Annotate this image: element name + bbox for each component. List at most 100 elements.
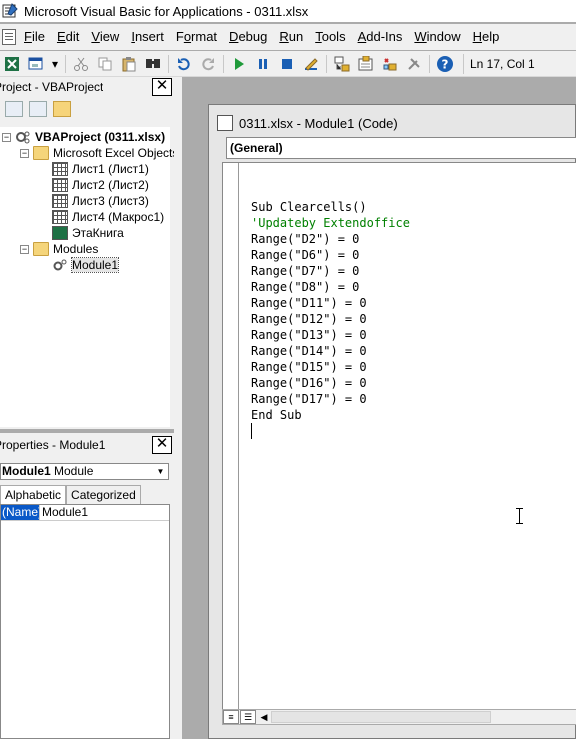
- scroll-left-icon[interactable]: ◀: [257, 712, 271, 723]
- code-line: Range("D16") = 0: [251, 376, 367, 390]
- cursor-position: Ln 17, Col 1: [463, 53, 573, 74]
- property-value[interactable]: Module1: [39, 505, 169, 520]
- tree-node-sheet[interactable]: Лист1 (Лист1): [52, 161, 149, 177]
- tree-node-sheet[interactable]: ЭтаКнига: [52, 225, 124, 241]
- run-icon[interactable]: [229, 54, 249, 74]
- code-line: Range("D6") = 0: [251, 248, 360, 262]
- collapse-icon[interactable]: −: [20, 148, 29, 158]
- excel-objects-label: Microsoft Excel Objects: [53, 146, 179, 160]
- collapse-icon[interactable]: −: [20, 244, 29, 254]
- menu-item-debug[interactable]: Debug: [223, 24, 273, 50]
- worksheet-icon: [52, 178, 68, 192]
- menu-item-insert[interactable]: Insert: [125, 24, 170, 50]
- break-icon[interactable]: [253, 54, 273, 74]
- menu-label-accelerator: H: [472, 29, 483, 44]
- menu-item-format[interactable]: Format: [170, 24, 223, 50]
- insert-userform-icon[interactable]: [26, 54, 46, 74]
- tree-node-sheet[interactable]: Лист3 (Лист3): [52, 193, 149, 209]
- horizontal-scrollbar[interactable]: ≡ ☰ ◀: [222, 709, 576, 725]
- panel-splitter[interactable]: [174, 77, 182, 739]
- tree-node-modules[interactable]: − Modules: [20, 241, 98, 257]
- window-title: Microsoft Visual Basic for Applications …: [24, 3, 309, 19]
- menu-item-window[interactable]: Window: [408, 24, 466, 50]
- property-row[interactable]: (Name) Module1: [1, 505, 169, 521]
- code-window: 0311.xlsx - Module1 (Code) (General) Sub…: [208, 104, 576, 739]
- menu-item-run[interactable]: Run: [273, 24, 309, 50]
- object-select[interactable]: Module1 Module ▼: [0, 463, 169, 480]
- view-object-icon[interactable]: [29, 101, 47, 117]
- menu-item-edit[interactable]: Edit: [51, 24, 85, 50]
- toolbar-separator: [429, 54, 430, 73]
- project-panel-titlebar[interactable]: Project - VBAProject ✕: [0, 77, 174, 97]
- properties-window-icon[interactable]: [356, 54, 376, 74]
- code-editor[interactable]: Sub Clearcells() 'Updateby Extendoffice Ra…: [222, 162, 576, 720]
- tree-node-project[interactable]: − VBAProject (0311.xlsx): [2, 129, 165, 145]
- document-icon[interactable]: [2, 29, 16, 45]
- close-properties-panel-button[interactable]: ✕: [152, 436, 172, 454]
- full-module-view-icon[interactable]: ☰: [240, 710, 256, 724]
- chevron-down-icon[interactable]: ▼: [154, 465, 167, 478]
- menu-label-part: indow: [426, 29, 461, 44]
- module-icon: [53, 259, 67, 271]
- svg-text:?: ?: [442, 57, 449, 71]
- dropdown-arrow-icon[interactable]: ▾: [50, 54, 60, 74]
- standard-toolbar: ▾ ? Ln 17, Col 1: [0, 51, 576, 77]
- sheet-label: Лист4 (Макрос1): [72, 210, 165, 224]
- excel-icon[interactable]: [2, 54, 22, 74]
- toolbox-icon[interactable]: [404, 54, 424, 74]
- cut-icon[interactable]: [71, 54, 91, 74]
- code-line: Range("D12") = 0: [251, 312, 367, 326]
- project-panel-toolbar: [0, 97, 174, 121]
- object-dropdown[interactable]: (General): [226, 137, 576, 159]
- scrollbar-track[interactable]: [271, 711, 491, 723]
- help-icon[interactable]: ?: [435, 54, 455, 74]
- project-panel-title: Project - VBAProject: [0, 80, 104, 94]
- folder-icon: [33, 242, 49, 256]
- view-code-icon[interactable]: [5, 101, 23, 117]
- menu-label-part: ebug: [238, 29, 268, 44]
- object-browser-icon[interactable]: [380, 54, 400, 74]
- toolbar-separator: [168, 54, 169, 73]
- menu-label-accelerator: A: [357, 29, 367, 44]
- menu-item-tools[interactable]: Tools: [309, 24, 351, 50]
- toggle-folders-icon[interactable]: [53, 101, 71, 117]
- collapse-icon[interactable]: −: [2, 132, 11, 142]
- code-line: Range("D8") = 0: [251, 280, 360, 294]
- properties-panel: Properties - Module1 ✕ Module1 Module ▼ …: [0, 433, 174, 739]
- menu-item-add-ins[interactable]: Add-Ins: [352, 24, 409, 50]
- tab-alphabetic[interactable]: Alphabetic: [0, 485, 67, 505]
- copy-icon[interactable]: [95, 54, 115, 74]
- procedure-view-icon[interactable]: ≡: [223, 710, 239, 724]
- reset-icon[interactable]: [277, 54, 297, 74]
- tab-categorized[interactable]: Categorized: [66, 485, 141, 505]
- menu-label-part: rmat: [191, 29, 218, 44]
- undo-icon[interactable]: [174, 54, 194, 74]
- code-line-empty: [251, 423, 410, 439]
- property-name: (Name): [1, 505, 43, 520]
- paste-icon[interactable]: [119, 54, 139, 74]
- module1-label: Module1: [70, 257, 120, 273]
- code-line: Range("D13") = 0: [251, 328, 367, 342]
- menu-label-part: un: [288, 29, 304, 44]
- project-explorer-icon[interactable]: [332, 54, 352, 74]
- menu-item-file[interactable]: File: [18, 24, 51, 50]
- menu-label-accelerator: o: [183, 29, 192, 44]
- redo-icon[interactable]: [198, 54, 218, 74]
- close-project-panel-button[interactable]: ✕: [152, 78, 172, 96]
- properties-tabs: Alphabetic Categorized: [0, 485, 141, 505]
- sheet-label: Лист3 (Лист3): [72, 194, 149, 208]
- project-label: VBAProject (0311.xlsx): [35, 130, 166, 144]
- properties-panel-titlebar[interactable]: Properties - Module1 ✕: [0, 433, 174, 457]
- code-window-titlebar[interactable]: 0311.xlsx - Module1 (Code): [209, 105, 575, 141]
- tree-node-excel-objects[interactable]: − Microsoft Excel Objects: [20, 145, 178, 161]
- find-icon[interactable]: [143, 54, 163, 74]
- workbook-icon: [52, 226, 68, 240]
- menu-label-part: dit: [65, 29, 80, 44]
- tree-node-module1[interactable]: Module1: [52, 257, 120, 273]
- properties-panel-title: Properties - Module1: [0, 438, 106, 452]
- tree-node-sheet[interactable]: Лист4 (Макрос1): [52, 209, 164, 225]
- menu-item-view[interactable]: View: [85, 24, 125, 50]
- design-mode-icon[interactable]: [301, 54, 321, 74]
- menu-item-help[interactable]: Help: [467, 24, 506, 50]
- tree-node-sheet[interactable]: Лист2 (Лист2): [52, 177, 149, 193]
